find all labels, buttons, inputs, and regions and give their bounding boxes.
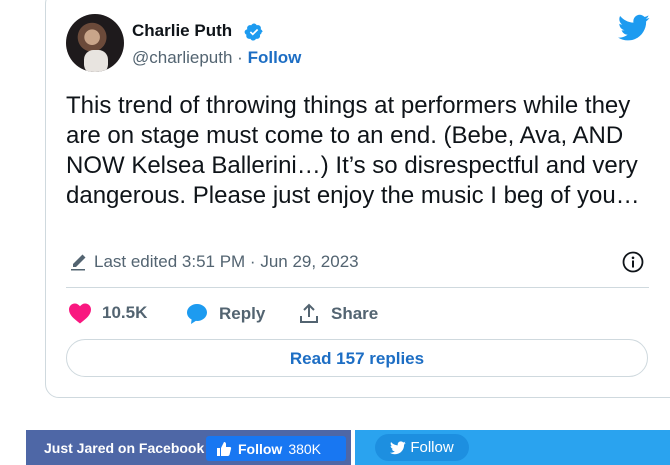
like-count: 10.5K — [102, 303, 148, 322]
facebook-follow-count: 380K — [288, 440, 322, 457]
heart-icon — [69, 303, 91, 324]
like-button[interactable]: 10.5K — [68, 302, 147, 324]
facebook-follow-button[interactable]: Follow 380K — [206, 436, 346, 461]
tweet-text: This trend of throwing things at perform… — [66, 92, 640, 209]
facebook-follow-label: Follow — [238, 440, 283, 457]
edited-line: Last edited 3:51 PM · Jun 29, 2023 — [68, 252, 359, 272]
separator: · — [237, 48, 243, 67]
twitter-bar: Follow — [355, 430, 670, 465]
reply-label: Reply — [219, 304, 266, 323]
edited-timestamp[interactable]: Last edited 3:51 PM · Jun 29, 2023 — [94, 252, 359, 272]
info-icon[interactable] — [622, 251, 644, 273]
twitter-bird-small-icon — [390, 440, 407, 454]
author-handle[interactable]: @charlieputh — [132, 48, 232, 67]
share-label: Share — [331, 304, 379, 323]
divider — [66, 287, 649, 288]
pencil-icon — [71, 254, 86, 271]
twitter-bird-icon[interactable] — [618, 14, 650, 42]
handle-line: @charlieputh · Follow — [132, 48, 301, 68]
author-avatar[interactable] — [66, 14, 124, 72]
follow-link[interactable]: Follow — [248, 48, 302, 67]
read-replies-button[interactable]: Read 157 replies — [66, 339, 648, 377]
reply-bubble-icon — [187, 304, 207, 324]
thumbs-up-icon — [217, 441, 232, 456]
share-button[interactable]: Share — [297, 302, 378, 326]
facebook-bar: Just Jared on Facebook Follow 380K — [26, 430, 351, 465]
verified-icon — [244, 23, 263, 41]
facebook-label: Just Jared on Facebook — [44, 440, 205, 456]
twitter-follow-button[interactable]: Follow — [375, 434, 469, 461]
share-icon — [300, 303, 318, 323]
twitter-follow-label: Follow — [410, 439, 454, 456]
author-name[interactable]: Charlie Puth — [132, 21, 232, 41]
reply-button[interactable]: Reply — [185, 302, 265, 326]
